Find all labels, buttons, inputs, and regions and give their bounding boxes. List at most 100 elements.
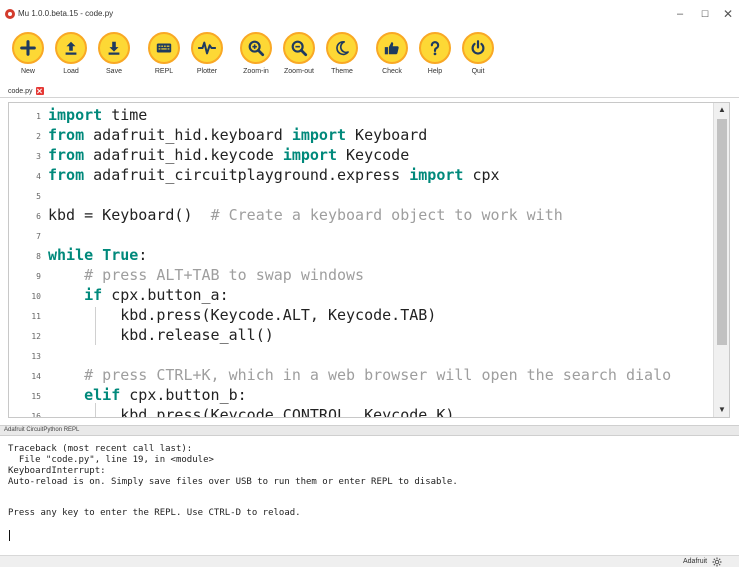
line-number: 16 <box>31 412 41 418</box>
code-text: elif cpx.button_b: <box>84 386 247 404</box>
scroll-up-icon[interactable]: ▲ <box>714 103 729 117</box>
tab-bar: code.py <box>0 84 739 98</box>
save-button[interactable]: Save <box>95 30 135 82</box>
code-text: # press CTRL+K, which in a web browser w… <box>84 366 672 384</box>
code-line: 1 import time <box>9 105 713 125</box>
repl-line: KeyboardInterrupt: <box>8 466 106 476</box>
code-line: 5 <box>9 185 713 205</box>
help-button[interactable]: Help <box>416 30 456 82</box>
code-text: kbd.release_all() <box>48 326 274 344</box>
zoom-in-icon <box>240 32 272 64</box>
scroll-down-icon[interactable]: ▼ <box>714 403 729 417</box>
upload-icon <box>55 32 87 64</box>
plotter-button[interactable]: Plotter <box>188 30 228 82</box>
zoom-in-button[interactable]: Zoom-in <box>237 30 277 82</box>
code-line: 4 from adafruit_circuitplayground.expres… <box>9 165 713 185</box>
close-button[interactable]: ✕ <box>716 4 739 24</box>
code-text: kbd = Keyboard() # Create a keyboard obj… <box>48 206 563 224</box>
line-number: 12 <box>31 332 41 341</box>
code-text: from adafruit_circuitplayground.express … <box>48 166 500 184</box>
code-text: kbd.press(Keycode.CONTROL, Keycode.K) <box>48 406 455 418</box>
line-number: 3 <box>36 152 41 161</box>
plotter-label: Plotter <box>196 68 218 75</box>
code-line: 6 kbd = Keyboard() # Create a keyboard o… <box>9 205 713 225</box>
repl-title-text: Adafruit CircuitPython REPL <box>4 427 80 433</box>
line-number: 2 <box>36 132 41 141</box>
code-line: 12 kbd.release_all() <box>9 325 713 345</box>
line-number: 10 <box>31 292 41 301</box>
code-text: if cpx.button_a: <box>84 286 229 304</box>
check-button[interactable]: Check <box>373 30 413 82</box>
title-bar: Mu 1.0.0.beta.15 - code.py – ☐ ✕ <box>0 0 739 30</box>
scrollbar-thumb[interactable] <box>717 119 727 345</box>
line-number: 7 <box>36 232 41 241</box>
code-line: 10 if cpx.button_a: <box>9 285 713 305</box>
window-title: Mu 1.0.0.beta.15 - code.py <box>18 9 114 18</box>
code-text: from adafruit_hid.keycode import Keycode <box>48 146 410 164</box>
plus-icon <box>12 32 44 64</box>
line-number: 4 <box>36 172 41 181</box>
indent-guide <box>95 307 96 345</box>
code-line: 13 <box>9 345 713 365</box>
theme-label: Theme <box>331 68 353 75</box>
new-button[interactable]: New <box>9 30 49 82</box>
save-label: Save <box>106 68 122 75</box>
line-number: 9 <box>36 272 41 281</box>
line-number: 14 <box>31 372 41 381</box>
repl-line: File "code.py", line 19, in <module> <box>8 455 214 465</box>
code-line: 9 # press ALT+TAB to swap windows <box>9 265 713 285</box>
mu-logo-icon <box>5 9 15 19</box>
load-button[interactable]: Load <box>52 30 92 82</box>
code-line: 16 kbd.press(Keycode.CONTROL, Keycode.K) <box>9 405 713 418</box>
line-number: 11 <box>31 312 41 321</box>
tab-close-icon[interactable] <box>35 87 44 95</box>
line-number: 6 <box>36 212 41 221</box>
thumbs-up-icon <box>376 32 408 64</box>
line-number: 8 <box>36 252 41 261</box>
maximize-button[interactable]: ☐ <box>693 4 717 24</box>
code-line: 8 while True: <box>9 245 713 265</box>
line-number: 5 <box>36 192 41 201</box>
code-line: 11 kbd.press(Keycode.ALT, Keycode.TAB) <box>9 305 713 325</box>
text-cursor <box>9 530 10 541</box>
moon-icon <box>326 32 358 64</box>
repl-console[interactable]: Traceback (most recent call last): File … <box>0 436 739 554</box>
keyboard-icon <box>148 32 180 64</box>
mode-label: Adafruit <box>683 558 708 565</box>
download-icon <box>98 32 130 64</box>
code-editor[interactable]: 1 import time 2 from adafruit_hid.keyboa… <box>8 102 730 418</box>
line-number: 13 <box>31 352 41 361</box>
tab-code-py[interactable]: code.py <box>8 85 44 97</box>
power-icon <box>462 32 494 64</box>
code-line: 2 from adafruit_hid.keyboard import Keyb… <box>9 125 713 145</box>
zoom-out-button[interactable]: Zoom-out <box>280 30 320 82</box>
repl-line: Auto-reload is on. Simply save files ove… <box>8 477 458 487</box>
code-text: kbd.press(Keycode.ALT, Keycode.TAB) <box>48 306 437 324</box>
code-line: 7 <box>9 225 713 245</box>
question-icon <box>419 32 451 64</box>
code-line: 14 # press CTRL+K, which in a web browse… <box>9 365 713 385</box>
toolbar: New Load Save REPL Plotter Zoom-in Zoom-… <box>0 30 739 82</box>
repl-button[interactable]: REPL <box>145 30 185 82</box>
status-bar: Adafruit <box>0 555 739 567</box>
minimize-button[interactable]: – <box>668 4 692 24</box>
code-line: 15 elif cpx.button_b: <box>9 385 713 405</box>
code-text: from adafruit_hid.keyboard import Keyboa… <box>48 126 428 144</box>
quit-label: Quit <box>471 68 485 75</box>
quit-button[interactable]: Quit <box>459 30 499 82</box>
repl-line: Traceback (most recent call last): <box>8 444 193 454</box>
repl-pane-title: Adafruit CircuitPython REPL <box>0 425 739 436</box>
code-text: while True: <box>48 246 148 264</box>
zoom-out-icon <box>283 32 315 64</box>
gear-icon[interactable] <box>712 557 722 567</box>
code-text: import time <box>48 106 148 124</box>
vertical-scrollbar[interactable]: ▲ ▼ <box>713 103 729 417</box>
line-number: 1 <box>36 112 41 121</box>
tab-label: code.py <box>8 87 33 95</box>
theme-button[interactable]: Theme <box>323 30 363 82</box>
repl-line: Press any key to enter the REPL. Use CTR… <box>8 508 301 518</box>
pulse-icon <box>191 32 223 64</box>
line-number: 15 <box>31 392 41 401</box>
code-text: # press ALT+TAB to swap windows <box>84 266 365 284</box>
code-line: 3 from adafruit_hid.keycode import Keyco… <box>9 145 713 165</box>
